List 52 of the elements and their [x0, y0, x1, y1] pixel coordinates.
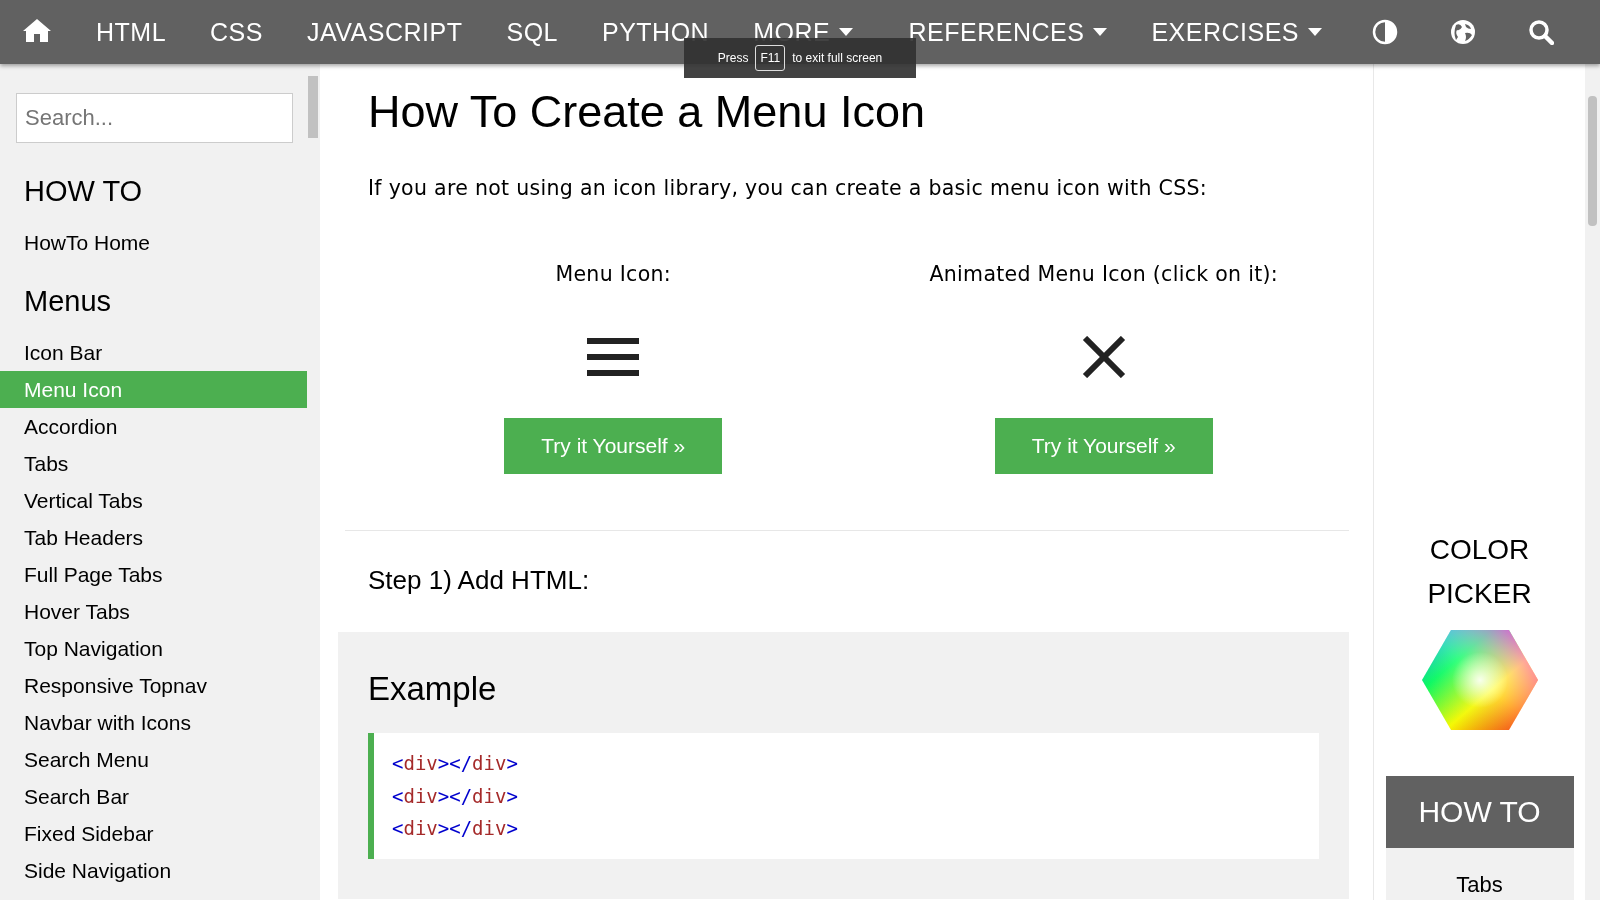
nav-link[interactable]: REFERENCES — [886, 17, 1130, 47]
scrollbar[interactable] — [1585, 64, 1600, 900]
sidebar-item[interactable]: Icon Bar — [0, 334, 307, 371]
code-line: <div></div> — [392, 751, 519, 776]
home-icon[interactable] — [22, 17, 52, 43]
scrollbar[interactable] — [307, 64, 320, 900]
notice-text: to exit full screen — [792, 51, 883, 65]
nav-link[interactable]: EXERCISES — [1129, 17, 1344, 47]
key-label: F11 — [755, 45, 786, 71]
nav-link[interactable]: PYTHON — [580, 17, 732, 47]
caret-icon — [1093, 28, 1108, 36]
sidebar-item[interactable]: HowTo Home — [0, 224, 307, 261]
color-picker-label[interactable]: PICKER — [1427, 572, 1532, 616]
nav-link[interactable]: CSS — [188, 17, 285, 47]
nav-link[interactable]: HTML — [74, 17, 189, 47]
sidebar-item[interactable]: Tabs — [0, 445, 307, 482]
sidebar-item[interactable]: Top Navigation — [0, 630, 307, 667]
demo-label: Animated Menu Icon (click on it): — [929, 262, 1278, 286]
how-to-link[interactable]: Tabs — [1456, 848, 1503, 900]
code-line: <div></div> — [392, 816, 519, 841]
sidebar-heading: HOW TO — [24, 175, 144, 208]
search-field[interactable]: Search... — [16, 93, 293, 143]
page-title: How To Create a Menu Icon — [368, 86, 926, 138]
sidebar-item[interactable]: Tab Headers — [0, 519, 307, 556]
sidebar-item[interactable]: Accordion — [0, 408, 307, 445]
globe-icon[interactable] — [1450, 19, 1476, 45]
nav-link[interactable]: JAVASCRIPT — [284, 17, 485, 47]
demo-label: Menu Icon: — [555, 262, 672, 286]
sidebar-item[interactable]: Vertical Tabs — [0, 482, 307, 519]
color-hexagon-icon[interactable] — [1421, 630, 1538, 730]
sidebar-item[interactable]: Responsive Topnav — [0, 667, 307, 704]
sidebar-item[interactable]: Search Menu — [0, 741, 307, 778]
caret-icon — [1308, 28, 1322, 36]
notice-text: Press — [717, 51, 749, 65]
example-heading: Example — [368, 670, 498, 708]
sidebar-heading: Menus — [24, 285, 113, 318]
menu-icon[interactable] — [587, 336, 640, 378]
search-icon[interactable] — [1528, 19, 1554, 45]
code-line: <div></div> — [392, 783, 519, 809]
close-icon[interactable] — [1081, 336, 1126, 378]
how-to-heading: HOW TO — [1385, 776, 1574, 848]
step-heading: Step 1) Add HTML: — [368, 565, 591, 596]
contrast-icon[interactable] — [1372, 19, 1398, 45]
sidebar-item[interactable]: Fixed Sidebar — [0, 815, 307, 852]
intro-text: If you are not using an icon library, you can create a basic menu icon with CSS: — [368, 176, 1208, 200]
sidebar-item[interactable]: Side Navigation — [0, 852, 307, 889]
sidebar-item[interactable]: Search Bar — [0, 778, 307, 815]
sidebar-item[interactable]: Navbar with Icons — [0, 704, 307, 741]
color-picker-label[interactable]: COLOR — [1429, 528, 1530, 572]
sidebar-item[interactable]: Full Page Tabs — [0, 556, 307, 593]
nav-link[interactable]: SQL — [484, 17, 580, 47]
sidebar-item[interactable]: Hover Tabs — [0, 593, 307, 630]
